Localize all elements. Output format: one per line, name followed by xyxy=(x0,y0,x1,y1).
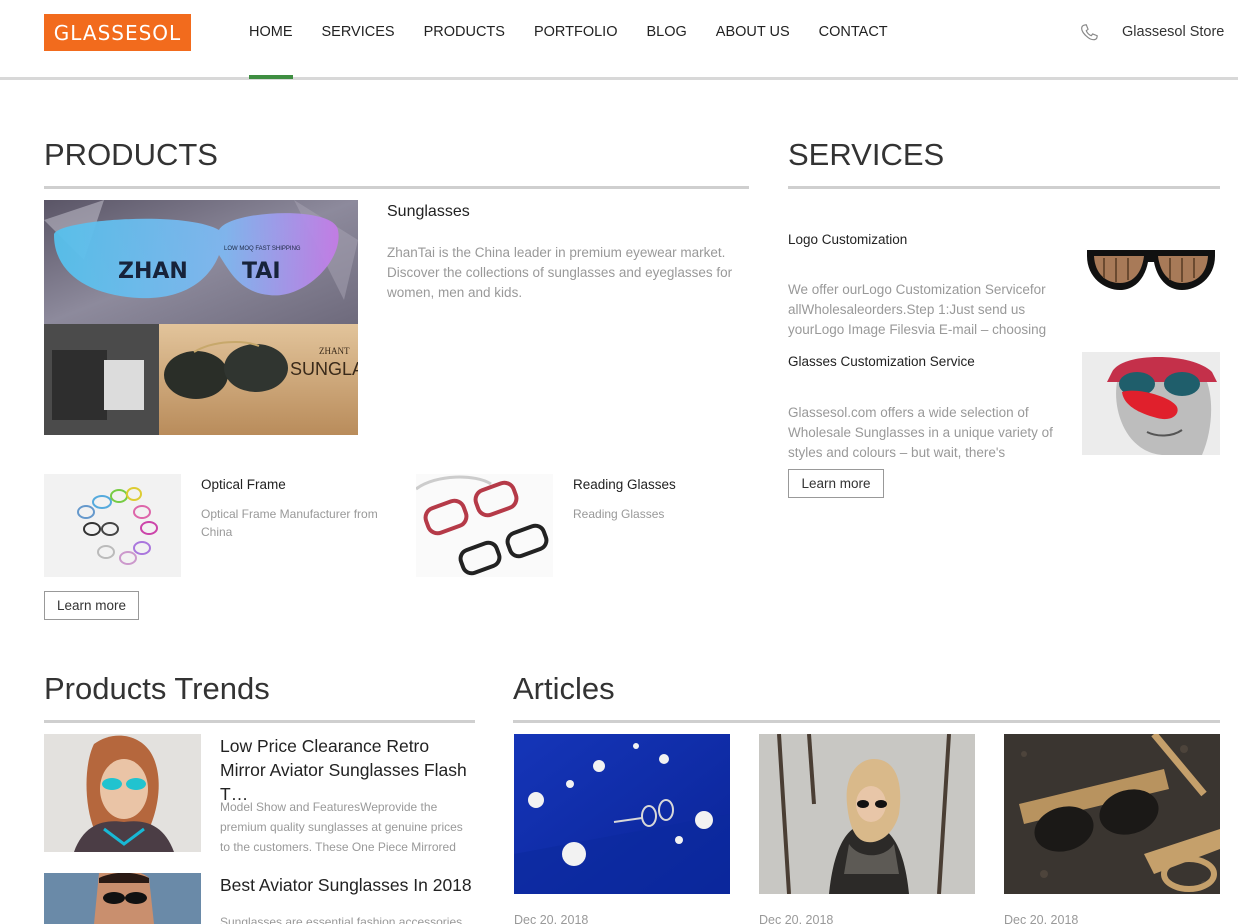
site-logo[interactable]: GLASSESOL xyxy=(44,14,191,51)
services-learn-more-button[interactable]: Learn more xyxy=(788,469,884,498)
glasses-customization-image[interactable] xyxy=(1082,352,1220,455)
trend-desc-2: Sunglasses are essential fashion accesso… xyxy=(220,915,463,924)
main-nav: HOME SERVICES PRODUCTS PORTFOLIO BLOG AB… xyxy=(249,24,917,79)
service-title-logo[interactable]: Logo Customization xyxy=(788,232,907,247)
article-image-1[interactable] xyxy=(514,734,730,894)
trend-desc-1: Model Show and FeaturesWeprovide the pre… xyxy=(220,800,463,854)
site-header: GLASSESOL HOME SERVICES PRODUCTS PORTFOL… xyxy=(0,0,1238,80)
nav-services[interactable]: SERVICES xyxy=(322,24,395,79)
products-rule xyxy=(44,186,749,189)
trends-rule xyxy=(44,720,475,723)
banner-brand: ZHANT xyxy=(319,346,350,356)
trend-image-1[interactable] xyxy=(44,734,201,852)
nav-about-us[interactable]: ABOUT US xyxy=(716,24,790,79)
article-date-2: Dec 20, 2018 xyxy=(759,913,834,924)
trends-heading: Products Trends xyxy=(44,671,270,706)
product-title-sunglasses[interactable]: Sunglasses xyxy=(387,203,470,221)
optical-frame-image[interactable] xyxy=(44,474,181,577)
nav-portfolio[interactable]: PORTFOLIO xyxy=(534,24,618,79)
logo-customization-image[interactable] xyxy=(1082,238,1220,302)
articles-rule xyxy=(513,720,1220,723)
banner-tag: LOW MOQ FAST SHIPPING xyxy=(224,246,301,252)
service-desc-logo: We offer ourLogo Customization Servicefo… xyxy=(788,282,1047,337)
service-desc-glasses: Glassesol.com offers a wide selection of… xyxy=(788,405,1053,460)
article-date-3: Dec 20, 2018 xyxy=(1004,913,1079,924)
article-image-3[interactable] xyxy=(1004,734,1220,894)
service-title-glasses[interactable]: Glasses Customization Service xyxy=(788,354,975,369)
banner-text-right: TAI xyxy=(242,259,281,284)
product-desc-reading-glasses: Reading Glasses xyxy=(573,507,665,521)
banner-text-left: ZHAN xyxy=(118,259,188,284)
reading-glasses-image[interactable] xyxy=(416,474,553,577)
nav-blog[interactable]: BLOG xyxy=(646,24,686,79)
product-desc-sunglasses: ZhanTai is the China leader in premium e… xyxy=(387,245,733,300)
banner-sub: SUNGLA xyxy=(290,359,358,379)
trend-title-1[interactable]: Low Price Clearance Retro Mirror Aviator… xyxy=(220,734,475,806)
product-title-optical-frame[interactable]: Optical Frame xyxy=(201,477,286,492)
nav-contact[interactable]: CONTACT xyxy=(819,24,888,79)
product-title-reading-glasses[interactable]: Reading Glasses xyxy=(573,477,676,492)
nav-products[interactable]: PRODUCTS xyxy=(424,24,505,79)
phone-icon[interactable] xyxy=(1078,22,1100,44)
trend-title-2[interactable]: Best Aviator Sunglasses In 2018 xyxy=(220,873,475,897)
services-rule xyxy=(788,186,1220,189)
articles-heading: Articles xyxy=(513,671,615,706)
trend-image-2[interactable] xyxy=(44,873,201,924)
services-heading: SERVICES xyxy=(788,137,945,172)
sunglasses-banner-image[interactable]: ZHAN TAI LOW MOQ FAST SHIPPING SUNGLA ZH… xyxy=(44,200,358,435)
products-learn-more-button[interactable]: Learn more xyxy=(44,591,139,620)
store-link[interactable]: Glassesol Store xyxy=(1122,24,1224,40)
article-date-1: Dec 20, 2018 xyxy=(514,913,589,924)
article-image-2[interactable] xyxy=(759,734,975,894)
product-desc-optical-frame: Optical Frame Manufacturer from China xyxy=(201,507,378,539)
nav-home[interactable]: HOME xyxy=(249,24,293,79)
products-heading: PRODUCTS xyxy=(44,137,218,172)
